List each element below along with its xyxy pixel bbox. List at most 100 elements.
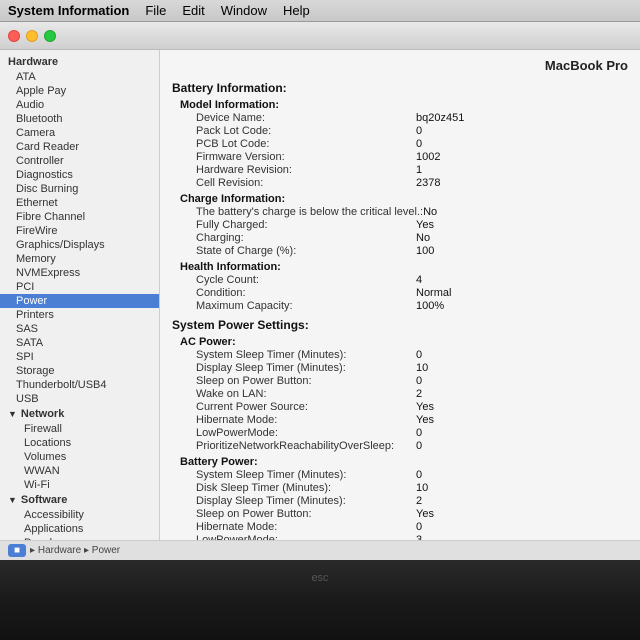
battery-power-header: Battery Power: [180,456,628,468]
capacity-label: Maximum Capacity: [196,300,416,312]
breadcrumb-bar: ■ ▸ Hardware ▸ Power [0,540,640,560]
sidebar-item-usb[interactable]: USB [0,392,159,406]
batt-disk-sleep-label: Disk Sleep Timer (Minutes): [196,482,416,494]
batt-sleep-power-value: Yes [416,508,434,520]
prioritize-label: PrioritizeNetworkReachabilityOverSleep: [196,440,416,452]
sidebar-item-nvmexpress[interactable]: NVMExpress [0,266,159,280]
cycle-row: Cycle Count: 4 [196,274,628,286]
sidebar-item-storage[interactable]: Storage [0,364,159,378]
capacity-value: 100% [416,300,444,312]
condition-value: Normal [416,287,451,299]
traffic-lights [8,30,56,42]
close-button[interactable] [8,30,20,42]
sidebar-item-sas[interactable]: SAS [0,322,159,336]
batt-display-sleep-value: 2 [416,495,422,507]
hibernate-label: Hibernate Mode: [196,414,416,426]
pcb-lot-label: PCB Lot Code: [196,138,416,150]
pcb-lot-value: 0 [416,138,422,150]
firmware-label: Firmware Version: [196,151,416,163]
menu-file[interactable]: File [145,3,166,18]
sidebar-item-discburning[interactable]: Disc Burning [0,182,159,196]
condition-label: Condition: [196,287,416,299]
software-label: Software [21,494,67,506]
prioritize-value: 0 [416,440,422,452]
menu-window[interactable]: Window [221,3,267,18]
power-section-title: System Power Settings: [172,318,628,332]
sidebar-item-wwan[interactable]: WWAN [0,464,159,478]
network-group[interactable]: ▼ Network [0,406,159,422]
device-name-value: bq20z451 [416,112,464,124]
breadcrumb-chip: ■ [8,544,26,557]
firmware-value: 1002 [416,151,440,163]
sidebar-item-bluetooth[interactable]: Bluetooth [0,112,159,126]
batt-disk-sleep-value: 10 [416,482,428,494]
sidebar-item-ethernet[interactable]: Ethernet [0,196,159,210]
sidebar-item-ata[interactable]: ATA [0,70,159,84]
cell-label: Cell Revision: [196,177,416,189]
sidebar-item-locations[interactable]: Locations [0,436,159,450]
firmware-row: Firmware Version: 1002 [196,151,628,163]
sidebar: Hardware ATA Apple Pay Audio Bluetooth C… [0,50,160,540]
power-table: AC Power: System Sleep Timer (Minutes): … [180,336,628,540]
system-sleep-label: System Sleep Timer (Minutes): [196,349,416,361]
model-info-header: Model Information: [180,99,628,111]
breadcrumb-path: ▸ Hardware ▸ Power [30,545,120,556]
app-name: System Information [8,3,129,18]
sidebar-item-printers[interactable]: Printers [0,308,159,322]
sidebar-item-accessibility[interactable]: Accessibility [0,508,159,522]
sidebar-item-wifi[interactable]: Wi-Fi [0,478,159,492]
wake-lan-value: 2 [416,388,422,400]
hardware-row: Hardware Revision: 1 [196,164,628,176]
critical-row: The battery's charge is below the critic… [196,206,628,218]
condition-row: Condition: Normal [196,287,628,299]
current-power-label: Current Power Source: [196,401,416,413]
sidebar-item-pci[interactable]: PCI [0,280,159,294]
cycle-label: Cycle Count: [196,274,416,286]
sidebar-item-graphics[interactable]: Graphics/Displays [0,238,159,252]
minimize-button[interactable] [26,30,38,42]
hardware-label: Hardware Revision: [196,164,416,176]
sidebar-item-cardreader[interactable]: Card Reader [0,140,159,154]
sleep-power-row: Sleep on Power Button: 0 [196,375,628,387]
state-label: State of Charge (%): [196,245,416,257]
ac-power-header: AC Power: [180,336,628,348]
fully-charged-row: Fully Charged: Yes [196,219,628,231]
sidebar-item-volumes[interactable]: Volumes [0,450,159,464]
sidebar-item-thunderbolt[interactable]: Thunderbolt/USB4 [0,378,159,392]
system-sleep-row: System Sleep Timer (Minutes): 0 [196,349,628,361]
batt-disk-sleep-row: Disk Sleep Timer (Minutes): 10 [196,482,628,494]
network-label: Network [21,408,64,420]
batt-hibernate-label: Hibernate Mode: [196,521,416,533]
sidebar-item-fibrechannel[interactable]: Fibre Channel [0,210,159,224]
cell-row: Cell Revision: 2378 [196,177,628,189]
sidebar-item-applications[interactable]: Applications [0,522,159,536]
network-triangle: ▼ [8,409,17,419]
sidebar-item-memory[interactable]: Memory [0,252,159,266]
lowpower-label: LowPowerMode: [196,427,416,439]
critical-label: The battery's charge is below the critic… [196,206,423,218]
sleep-power-label: Sleep on Power Button: [196,375,416,387]
zoom-button[interactable] [44,30,56,42]
sidebar-item-spi[interactable]: SPI [0,350,159,364]
sidebar-item-applepay[interactable]: Apple Pay [0,84,159,98]
sidebar-item-controller[interactable]: Controller [0,154,159,168]
menu-help[interactable]: Help [283,3,310,18]
laptop-bezel: esc [0,560,640,640]
cell-value: 2378 [416,177,440,189]
sidebar-item-diagnostics[interactable]: Diagnostics [0,168,159,182]
sidebar-item-firewall[interactable]: Firewall [0,422,159,436]
menu-edit[interactable]: Edit [182,3,204,18]
capacity-row: Maximum Capacity: 100% [196,300,628,312]
fully-charged-value: Yes [416,219,434,231]
sidebar-item-audio[interactable]: Audio [0,98,159,112]
display-sleep-row: Display Sleep Timer (Minutes): 10 [196,362,628,374]
software-triangle: ▼ [8,495,17,505]
batt-hibernate-row: Hibernate Mode: 0 [196,521,628,533]
wake-lan-row: Wake on LAN: 2 [196,388,628,400]
sidebar-item-power[interactable]: Power [0,294,159,308]
fully-charged-label: Fully Charged: [196,219,416,231]
sidebar-item-camera[interactable]: Camera [0,126,159,140]
software-group[interactable]: ▼ Software [0,492,159,508]
sidebar-item-firewire[interactable]: FireWire [0,224,159,238]
sidebar-item-sata[interactable]: SATA [0,336,159,350]
